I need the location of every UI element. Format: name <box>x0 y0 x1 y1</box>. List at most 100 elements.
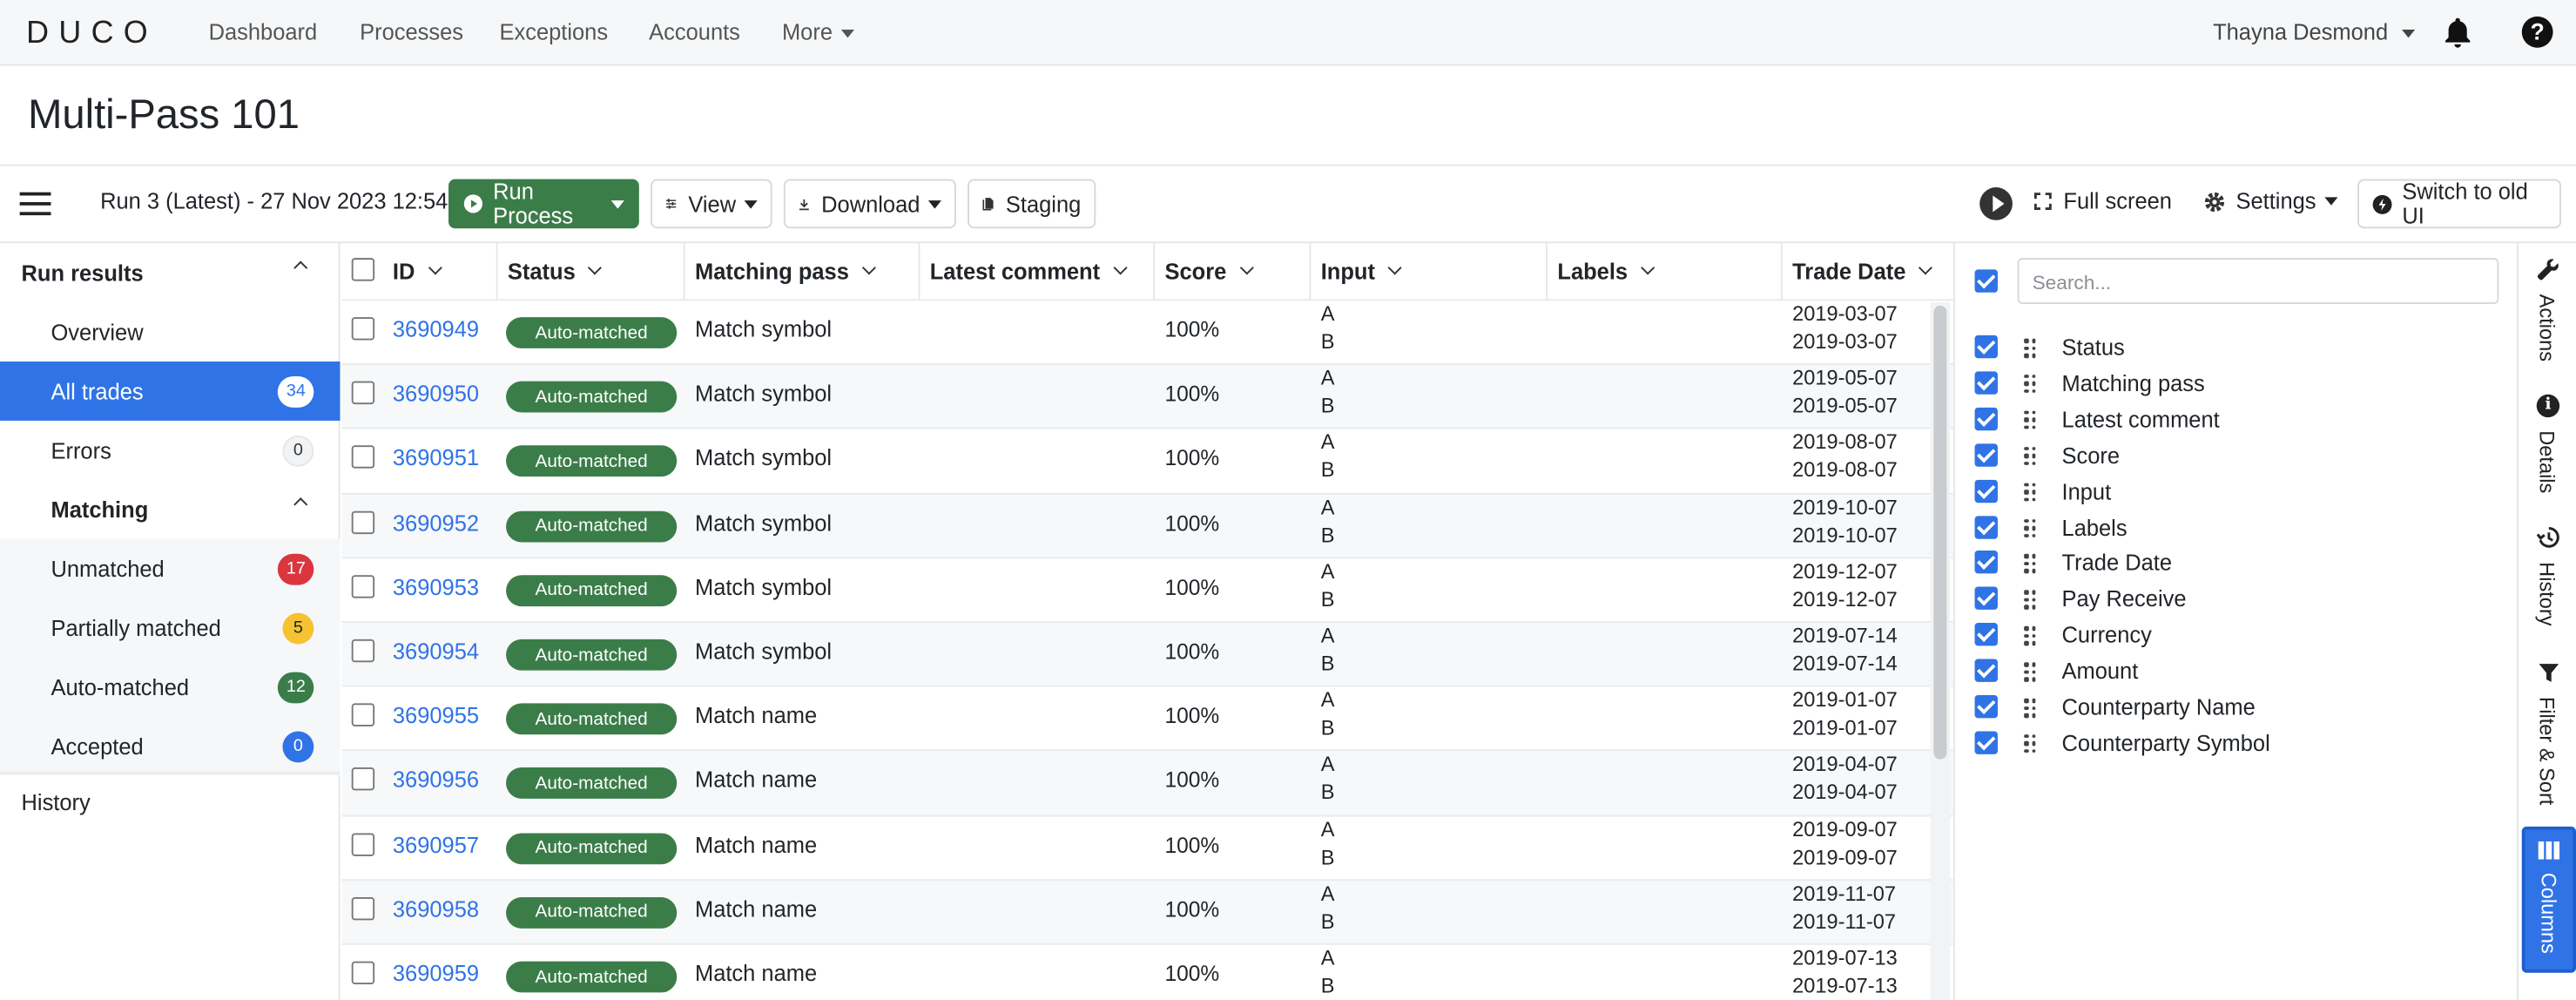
nav-accounts[interactable]: Accounts <box>649 20 740 44</box>
column-visible-checkbox[interactable] <box>1974 731 1998 754</box>
column-header-trade-date[interactable]: Trade Date <box>1782 243 1954 300</box>
duco-logo[interactable]: DUCO <box>26 17 158 53</box>
tab-columns[interactable]: Columns <box>2521 826 2576 973</box>
user-menu[interactable]: Thayna Desmond <box>2213 20 2415 44</box>
column-visible-checkbox[interactable] <box>1974 659 1998 683</box>
staging-button[interactable]: Staging <box>968 179 1096 229</box>
sidebar-item-auto-matched[interactable]: Auto-matched 12 <box>0 657 341 717</box>
column-header-matching-pass[interactable]: Matching pass <box>684 243 920 300</box>
filter-icon[interactable] <box>2539 662 2560 688</box>
row-checkbox[interactable] <box>351 445 375 470</box>
table-row[interactable]: 3690951 Auto-matched Match symbol 100% A B 201… <box>341 428 1954 492</box>
sidebar-item-unmatched[interactable]: Unmatched 17 <box>0 538 341 598</box>
drag-handle-icon[interactable] <box>2024 518 2037 538</box>
trade-id-link[interactable]: 3690949 <box>393 317 479 341</box>
column-list-item[interactable]: Matching pass <box>1955 368 2513 401</box>
table-row[interactable]: 3690957 Auto-matched Match name 100% A B 2019-… <box>341 814 1954 879</box>
trade-id-link[interactable]: 3690951 <box>393 446 479 470</box>
column-visible-checkbox[interactable] <box>1974 694 1998 719</box>
view-button[interactable]: View <box>651 179 772 229</box>
table-row[interactable]: 3690950 Auto-matched Match symbol 100% A B 201… <box>341 363 1954 429</box>
sidebar-section-matching[interactable]: Matching <box>0 480 341 539</box>
switch-old-ui-button[interactable]: Switch to old UI <box>2357 179 2562 229</box>
column-visible-checkbox[interactable] <box>1974 334 1998 359</box>
column-list-item[interactable]: Amount <box>1955 656 2513 689</box>
column-visible-checkbox[interactable] <box>1974 587 1998 611</box>
table-row[interactable]: 3690956 Auto-matched Match name 100% A B 2019-… <box>341 749 1954 814</box>
row-checkbox[interactable] <box>351 639 375 663</box>
row-checkbox[interactable] <box>351 382 375 405</box>
table-row[interactable]: 3690953 Auto-matched Match symbol 100% A B 201… <box>341 557 1954 621</box>
column-list-item[interactable]: Counterparty Name <box>1955 692 2513 725</box>
column-header-input[interactable]: Input <box>1311 243 1548 300</box>
column-header-status[interactable]: Status <box>497 243 685 300</box>
trade-id-link[interactable]: 3690954 <box>393 639 479 664</box>
drag-handle-icon[interactable] <box>2024 698 2037 719</box>
drag-handle-icon[interactable] <box>2024 446 2037 467</box>
column-header-id[interactable]: ID <box>382 243 498 300</box>
tab-details[interactable]: Details <box>2535 430 2558 493</box>
info-icon[interactable]: i <box>2536 394 2560 418</box>
nav-more[interactable]: More <box>782 20 854 44</box>
column-visible-checkbox[interactable] <box>1974 443 1998 467</box>
table-row[interactable]: 3690958 Auto-matched Match name 100% A B 2019-… <box>341 878 1954 943</box>
vertical-scrollbar[interactable] <box>1930 302 1951 1000</box>
drag-handle-icon[interactable] <box>2024 338 2037 359</box>
sidebar-item-history[interactable]: History <box>0 772 341 832</box>
download-button[interactable]: Download <box>783 179 956 229</box>
tab-history[interactable]: History <box>2535 562 2558 625</box>
help-icon[interactable]: ? <box>2521 16 2553 48</box>
column-list-item[interactable]: Counterparty Symbol <box>1955 728 2513 761</box>
column-visible-checkbox[interactable] <box>1974 407 1998 430</box>
column-list-item[interactable]: Labels <box>1955 512 2513 545</box>
tab-actions[interactable]: Actions <box>2535 294 2558 361</box>
column-header-labels[interactable]: Labels <box>1548 243 1783 300</box>
table-row[interactable]: 3690949 Auto-matched Match symbol 100% A B 201… <box>341 299 1954 363</box>
trade-id-link[interactable]: 3690957 <box>393 833 479 857</box>
history-icon[interactable] <box>2536 526 2559 554</box>
trade-id-link[interactable]: 3690952 <box>393 510 479 535</box>
column-list-item[interactable]: Score <box>1955 440 2513 473</box>
row-checkbox[interactable] <box>351 961 375 985</box>
table-row[interactable]: 3690954 Auto-matched Match symbol 100% A B 201… <box>341 621 1954 686</box>
tab-filter-sort[interactable]: Filter & Sort <box>2535 697 2558 806</box>
sidebar-item-accepted[interactable]: Accepted 0 <box>0 716 341 776</box>
column-list-item[interactable]: Pay Receive <box>1955 584 2513 617</box>
drag-handle-icon[interactable] <box>2024 626 2037 646</box>
nav-processes[interactable]: Processes <box>360 20 463 44</box>
run-process-button[interactable]: Run Process <box>448 179 639 229</box>
drag-handle-icon[interactable] <box>2024 554 2037 574</box>
wrench-icon[interactable] <box>2537 258 2559 286</box>
select-all-columns-checkbox[interactable] <box>1974 269 1998 293</box>
sidebar-section-run-results[interactable]: Run results <box>0 243 341 302</box>
bell-icon[interactable] <box>2443 17 2472 54</box>
trade-id-link[interactable]: 3690950 <box>393 382 479 406</box>
column-list-item[interactable]: Input <box>1955 476 2513 509</box>
column-list-item[interactable]: Latest comment <box>1955 404 2513 437</box>
column-visible-checkbox[interactable] <box>1974 371 1998 395</box>
column-visible-checkbox[interactable] <box>1974 551 1998 575</box>
sidebar-item-partially-matched[interactable]: Partially matched 5 <box>0 598 341 658</box>
drag-handle-icon[interactable] <box>2024 734 2037 754</box>
column-visible-checkbox[interactable] <box>1974 479 1998 503</box>
nav-exceptions[interactable]: Exceptions <box>499 20 608 44</box>
column-visible-checkbox[interactable] <box>1974 515 1998 538</box>
trade-id-link[interactable]: 3690956 <box>393 768 479 793</box>
drag-handle-icon[interactable] <box>2024 662 2037 682</box>
column-list-item[interactable]: Currency <box>1955 620 2513 653</box>
row-checkbox[interactable] <box>351 574 375 598</box>
play-button-icon[interactable] <box>1979 187 2013 220</box>
row-checkbox[interactable] <box>351 703 375 727</box>
drag-handle-icon[interactable] <box>2024 374 2037 395</box>
column-list-item[interactable]: Trade Date <box>1955 548 2513 581</box>
trade-id-link[interactable]: 3690958 <box>393 897 479 922</box>
column-search-input[interactable]: Search... <box>2017 258 2499 304</box>
hamburger-menu-icon[interactable] <box>19 192 51 216</box>
run-selector[interactable]: Run 3 (Latest) - 27 Nov 2023 12:54 <box>100 189 469 213</box>
column-header-score[interactable]: Score <box>1155 243 1312 300</box>
row-checkbox[interactable] <box>351 317 375 341</box>
select-all-checkbox[interactable] <box>351 258 375 281</box>
row-checkbox[interactable] <box>351 767 375 792</box>
row-checkbox[interactable] <box>351 832 375 856</box>
row-checkbox[interactable] <box>351 510 375 534</box>
